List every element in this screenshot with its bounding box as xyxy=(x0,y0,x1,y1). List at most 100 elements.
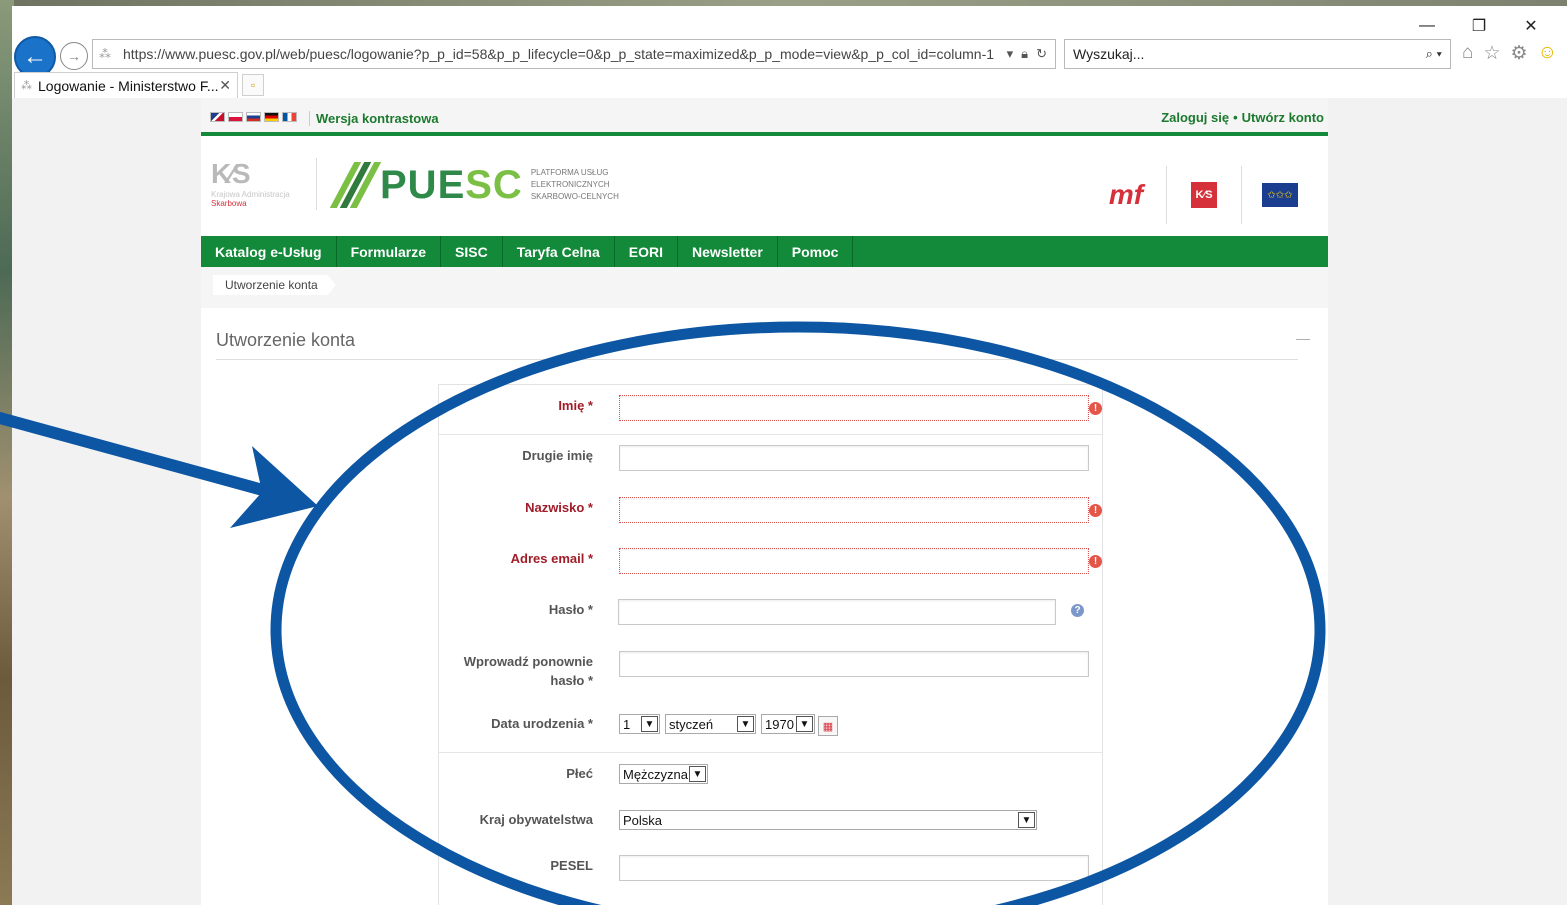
nav-item-eori[interactable]: EORI xyxy=(615,236,678,267)
top-utility-bar: Wersja kontrastowa Zaloguj się • Utwórz ko… xyxy=(201,106,1328,134)
new-tab-icon: ▫ xyxy=(250,78,256,92)
eu-flag-icon[interactable]: ✩✩✩ xyxy=(1262,183,1298,207)
error-icon: ! xyxy=(1089,555,1102,568)
main-navigation: Katalog e-Usług Formularze SISC Taryfa C… xyxy=(201,236,1328,267)
tab-row: ⁂ Logowanie - Ministerstwo F... ✕ ▫ xyxy=(12,72,1567,98)
email-label: Adres email * xyxy=(510,551,593,566)
form-divider xyxy=(439,752,1102,753)
citizenship-select[interactable]: Polska ▼ xyxy=(619,810,1037,830)
search-icon[interactable]: ⌕ ▾ xyxy=(1426,46,1450,62)
form-divider xyxy=(439,434,1102,435)
breadcrumb[interactable]: Utworzenie konta xyxy=(213,275,336,295)
new-tab-button[interactable]: ▫ xyxy=(242,74,264,96)
citizenship-label: Kraj obywatelstwa xyxy=(479,812,593,827)
address-bar[interactable]: ⁂ https://www.puesc.gov.pl/web/puesc/log… xyxy=(92,39,1056,69)
registration-form: Imię * ! Drugie imię Nazwisko * ! Adres … xyxy=(438,384,1103,905)
chevron-down-icon: ▼ xyxy=(1018,812,1035,828)
last-name-label: Nazwisko * xyxy=(525,500,593,515)
birth-year-select[interactable]: 1970 ▼ xyxy=(761,714,815,734)
kas-red-logo[interactable]: K⁄S xyxy=(1191,182,1217,208)
password-label: Hasło * xyxy=(548,602,593,617)
puesc-logo[interactable]: PUESC PLATFORMA USŁUG ELEKTRONICZNYCH SK… xyxy=(329,162,621,208)
tab-title: Logowanie - Ministerstwo F... xyxy=(38,77,219,94)
birth-month-select[interactable]: styczeń ▼ xyxy=(665,714,756,734)
flag-ru-icon[interactable] xyxy=(246,112,261,122)
nav-item-pomoc[interactable]: Pomoc xyxy=(778,236,854,267)
page-title: Utworzenie konta xyxy=(216,330,1298,360)
url-text[interactable]: https://www.puesc.gov.pl/web/puesc/logow… xyxy=(123,46,999,62)
login-link[interactable]: Zaloguj się xyxy=(1161,110,1229,125)
nav-item-katalog[interactable]: Katalog e-Usług xyxy=(201,236,337,267)
arrow-right-icon: → xyxy=(67,48,81,64)
middle-name-label: Drugie imię xyxy=(522,448,593,463)
password-field[interactable] xyxy=(618,599,1056,625)
contrast-version-link[interactable]: Wersja kontrastowa xyxy=(309,111,439,126)
calendar-icon[interactable]: ▦ xyxy=(818,716,838,736)
last-name-field[interactable] xyxy=(619,497,1089,523)
first-name-field[interactable] xyxy=(619,395,1089,421)
tab-favicon-icon: ⁂ xyxy=(21,80,32,92)
error-icon: ! xyxy=(1089,402,1102,415)
password-repeat-label: Wprowadź ponownie hasło * xyxy=(463,654,593,688)
gender-select[interactable]: Mężczyzna ▼ xyxy=(619,764,708,784)
search-input[interactable]: Wyszukaj... xyxy=(1073,46,1426,62)
middle-name-field[interactable] xyxy=(619,445,1089,471)
puesc-tagline: PLATFORMA USŁUG ELEKTRONICZNYCH SKARBOWO… xyxy=(530,168,619,201)
close-icon[interactable]: ✕ xyxy=(219,77,237,94)
content-area: Wersja kontrastowa Zaloguj się • Utwórz ko… xyxy=(12,98,1567,905)
settings-gear-icon[interactable]: ⚙ xyxy=(1511,42,1528,65)
kas-name-2: Skarbowa xyxy=(211,199,247,208)
search-bar[interactable]: Wyszukaj... ⌕ ▾ xyxy=(1064,39,1451,69)
tab-login[interactable]: ⁂ Logowanie - Ministerstwo F... ✕ xyxy=(14,72,238,98)
lock-icon[interactable]: 🔒︎ xyxy=(1021,46,1028,62)
first-name-label: Imię * xyxy=(558,398,593,413)
dropdown-icon[interactable]: ▾ xyxy=(1007,46,1014,62)
error-icon: ! xyxy=(1089,504,1102,517)
links-separator: • xyxy=(1233,110,1238,125)
refresh-icon[interactable]: ↻ xyxy=(1036,46,1047,62)
toolbar-icons: ⌂ ☆ ⚙ ☺ xyxy=(1462,42,1557,65)
arrow-left-icon: ← xyxy=(23,43,47,70)
favorites-star-icon[interactable]: ☆ xyxy=(1483,42,1500,65)
create-account-link[interactable]: Utwórz konto xyxy=(1242,110,1324,125)
header-divider xyxy=(316,158,317,210)
forward-button[interactable]: → xyxy=(60,42,88,70)
breadcrumb-bar: Utworzenie konta xyxy=(201,267,1328,302)
chevron-down-icon: ▼ xyxy=(689,766,706,782)
nav-item-newsletter[interactable]: Newsletter xyxy=(678,236,778,267)
puesc-mark-icon xyxy=(329,162,382,208)
kas-name: Krajowa Administracja xyxy=(211,190,290,199)
help-icon[interactable]: ? xyxy=(1071,604,1084,617)
nav-item-sisc[interactable]: SISC xyxy=(441,236,503,267)
password-repeat-field[interactable] xyxy=(619,651,1089,677)
gender-label: Płeć xyxy=(566,766,593,781)
pesel-field[interactable] xyxy=(619,855,1089,881)
home-icon[interactable]: ⌂ xyxy=(1462,42,1473,65)
flag-fr-icon[interactable] xyxy=(282,112,297,122)
email-field[interactable] xyxy=(619,548,1089,574)
navigation-row: ← → ⁂ https://www.puesc.gov.pl/web/puesc… xyxy=(12,36,1567,78)
browser-window: — ❐ ✕ ← → ⁂ https://www.puesc.gov.pl/web… xyxy=(12,6,1567,905)
site-header: K⁄S Krajowa Administracja Skarbowa PUESC… xyxy=(201,136,1328,236)
language-flags xyxy=(210,112,297,122)
feedback-smiley-icon[interactable]: ☺ xyxy=(1538,42,1557,65)
birth-day-select[interactable]: 1 ▼ xyxy=(619,714,660,734)
chevron-down-icon: ▼ xyxy=(737,716,754,732)
flag-en-icon[interactable] xyxy=(210,112,225,122)
site-favicon-icon: ⁂ xyxy=(99,47,111,61)
kas-mark: K⁄S xyxy=(211,158,251,189)
kas-logo[interactable]: K⁄S Krajowa Administracja Skarbowa xyxy=(211,158,301,218)
puesc-page: Wersja kontrastowa Zaloguj się • Utwórz ko… xyxy=(201,98,1328,905)
account-links: Zaloguj się • Utwórz konto xyxy=(1161,110,1324,125)
nav-item-taryfa[interactable]: Taryfa Celna xyxy=(503,236,615,267)
pesel-label: PESEL xyxy=(550,858,593,873)
nav-item-formularze[interactable]: Formularze xyxy=(337,236,442,267)
flag-pl-icon[interactable] xyxy=(228,112,243,122)
birthdate-label: Data urodzenia * xyxy=(491,716,593,731)
flag-de-icon[interactable] xyxy=(264,112,279,122)
chevron-down-icon: ▼ xyxy=(641,716,658,732)
address-tools: ▾ 🔒︎ ↻ xyxy=(999,46,1055,62)
logo-divider xyxy=(1166,166,1167,224)
mf-logo[interactable]: mf xyxy=(1096,170,1156,220)
panel-minimize-icon[interactable]: — xyxy=(1296,330,1310,346)
